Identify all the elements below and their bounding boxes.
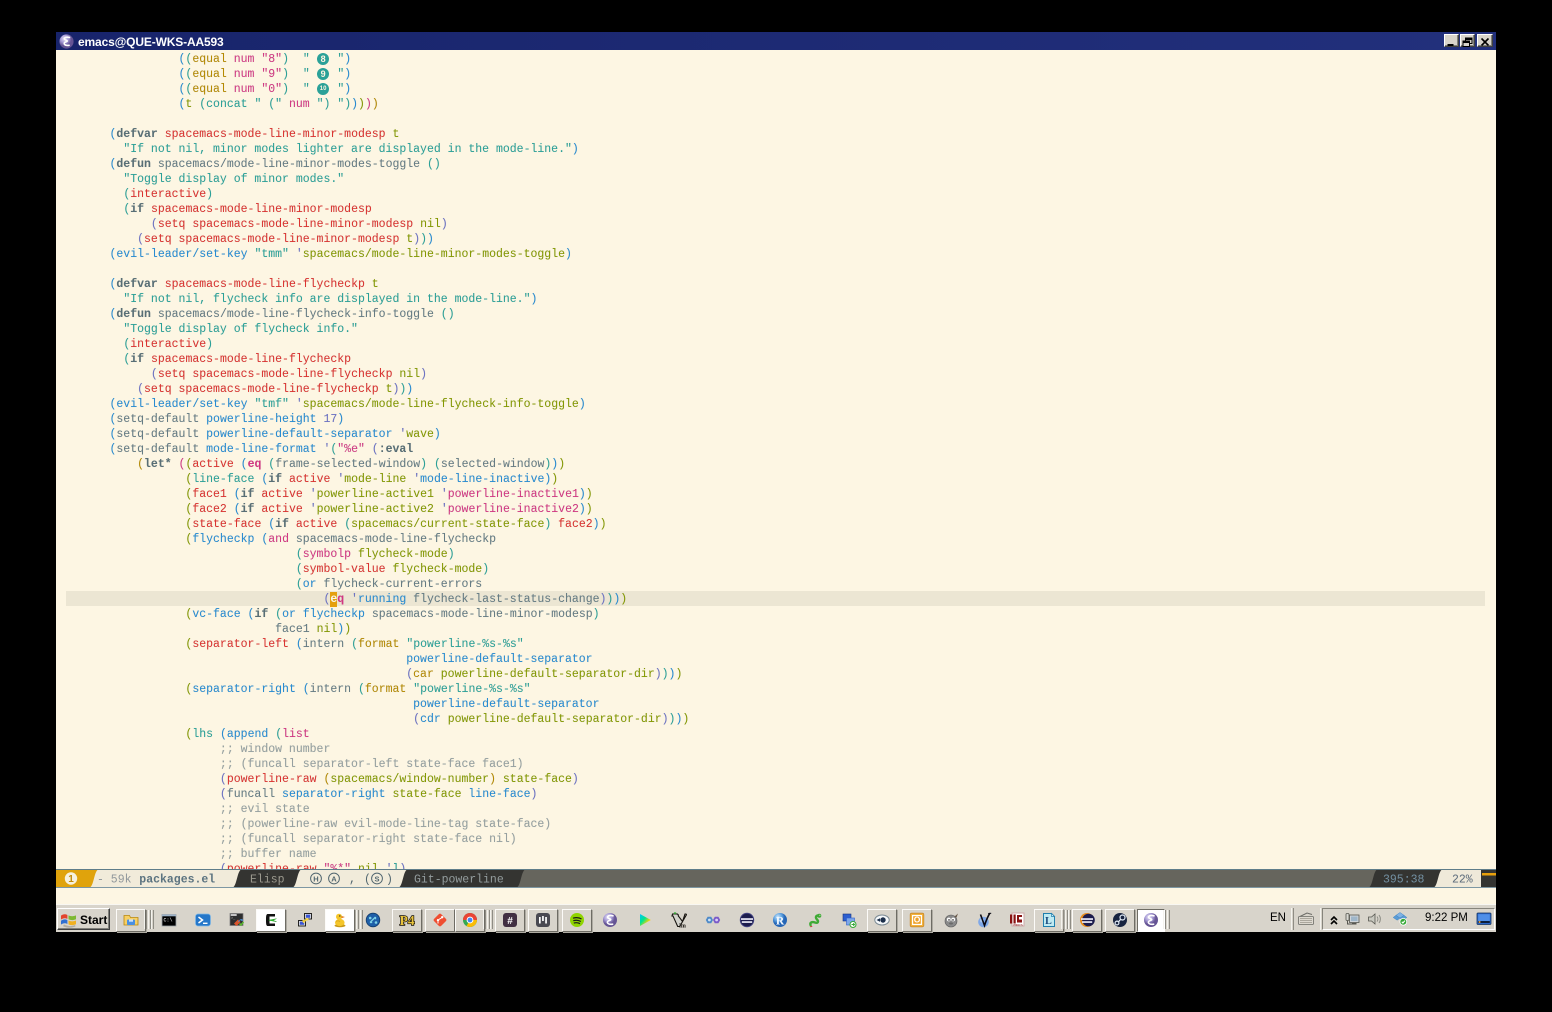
svg-text:Git-powerline: Git-powerline: [414, 874, 504, 887]
svg-text:1: 1: [68, 874, 74, 885]
svg-text:A: A: [331, 874, 337, 883]
svg-text:S: S: [374, 874, 379, 883]
svg-text:#: #: [507, 916, 513, 927]
svg-text:H: H: [313, 874, 318, 883]
svg-text:Elisp: Elisp: [250, 874, 285, 887]
svg-text:- 59k: - 59k: [97, 874, 132, 887]
svg-text:C:\: C:\: [164, 918, 173, 924]
svg-text:): ): [386, 874, 393, 887]
svg-text:(: (: [364, 874, 371, 887]
svg-text:22%: 22%: [1452, 874, 1473, 887]
svg-text:P4: P4: [400, 913, 415, 928]
svg-text:emacs: emacs: [1013, 923, 1023, 927]
svg-text:L: L: [1045, 916, 1052, 927]
svg-text:O: O: [914, 915, 921, 925]
svg-text:,: ,: [349, 874, 356, 887]
svg-text:R: R: [776, 915, 785, 927]
svg-text:im: im: [679, 924, 686, 929]
svg-text:packages.el: packages.el: [139, 874, 215, 887]
svg-text:395:38: 395:38: [1383, 874, 1425, 887]
